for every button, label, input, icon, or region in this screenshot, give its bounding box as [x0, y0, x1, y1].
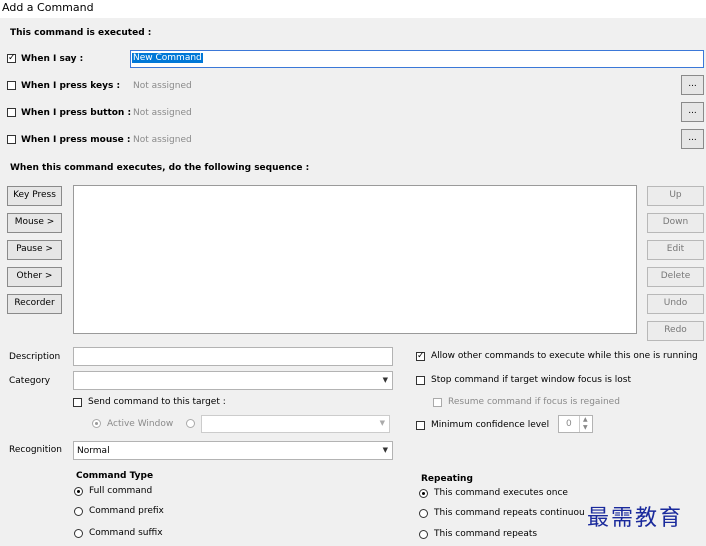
active-window-radio[interactable] [92, 419, 101, 428]
recorder-button[interactable]: Recorder [7, 294, 62, 314]
watermark-logo: 最需教育 [585, 500, 686, 532]
executes-once-label: This command executes once [434, 488, 568, 498]
min-confidence-label: Minimum confidence level [431, 420, 550, 430]
when-i-press-button-label: When I press button : [21, 108, 132, 118]
other-window-radio[interactable] [186, 419, 195, 428]
category-dropdown[interactable]: ▼ [73, 371, 393, 390]
category-label: Category [9, 376, 51, 386]
title-bar [0, 0, 706, 18]
keys-value: Not assigned [133, 81, 192, 91]
description-label: Description [9, 352, 61, 362]
stop-command-label: Stop command if target window focus is l… [431, 375, 632, 385]
mouse-button[interactable]: Mouse > [7, 213, 62, 233]
active-window-label: Active Window [107, 419, 174, 429]
resume-command-checkbox[interactable] [433, 398, 442, 407]
when-i-press-mouse-checkbox[interactable] [7, 135, 16, 144]
repeats-label: This command repeats [434, 529, 538, 539]
description-input[interactable] [73, 347, 393, 366]
when-i-press-keys-checkbox[interactable] [7, 81, 16, 90]
when-i-press-mouse-label: When I press mouse : [21, 135, 131, 145]
repeats-radio[interactable] [419, 530, 428, 539]
allow-other-commands-checkbox[interactable] [416, 350, 425, 362]
recognition-value: Normal [77, 446, 110, 456]
recognition-label: Recognition [9, 445, 62, 455]
sequence-heading: When this command executes, do the follo… [10, 163, 310, 173]
stepper-divider [579, 416, 580, 432]
send-target-label: Send command to this target : [88, 397, 226, 407]
when-i-say-checkbox[interactable] [7, 52, 16, 64]
assign-keys-button[interactable]: ... [681, 75, 704, 95]
key-press-button[interactable]: Key Press [7, 186, 62, 206]
down-button[interactable]: Down [647, 213, 704, 233]
say-phrase-input[interactable]: New Command [130, 50, 704, 68]
command-prefix-label: Command prefix [89, 506, 164, 516]
trigger-heading: This command is executed : [10, 28, 152, 38]
repeats-continuously-label: This command repeats continuou [434, 508, 585, 518]
sequence-list[interactable] [73, 185, 637, 334]
stop-command-checkbox[interactable] [416, 376, 425, 385]
command-suffix-radio[interactable] [74, 529, 83, 538]
window-title: Add a Command [2, 1, 94, 14]
undo-button[interactable]: Undo [647, 294, 704, 314]
delete-button[interactable]: Delete [647, 267, 704, 287]
mouse-value: Not assigned [133, 135, 192, 145]
command-suffix-label: Command suffix [89, 528, 163, 538]
chevron-down-icon[interactable]: ▼ [583, 424, 588, 431]
say-phrase-value: New Command [132, 53, 203, 63]
up-button[interactable]: Up [647, 186, 704, 206]
edit-button[interactable]: Edit [647, 240, 704, 260]
when-i-say-label: When I say : [21, 54, 84, 64]
min-confidence-value: 0 [566, 419, 572, 429]
repeats-continuously-radio[interactable] [419, 509, 428, 518]
chevron-down-icon: ▼ [382, 376, 388, 384]
min-confidence-stepper[interactable]: 0 ▲ ▼ [558, 415, 593, 433]
resume-command-label: Resume command if focus is regained [448, 397, 620, 407]
allow-other-commands-label: Allow other commands to execute while th… [431, 351, 698, 361]
button-value: Not assigned [133, 108, 192, 118]
full-command-radio[interactable] [74, 487, 83, 496]
command-prefix-radio[interactable] [74, 507, 83, 516]
send-target-checkbox[interactable] [73, 398, 82, 407]
command-type-heading: Command Type [76, 471, 154, 481]
pause-button[interactable]: Pause > [7, 240, 62, 260]
repeating-heading: Repeating [421, 474, 473, 484]
assign-button-button[interactable]: ... [681, 102, 704, 122]
assign-mouse-button[interactable]: ... [681, 129, 704, 149]
full-command-label: Full command [89, 486, 153, 496]
chevron-up-icon[interactable]: ▲ [583, 416, 588, 423]
target-window-dropdown[interactable]: ▼ [201, 415, 390, 433]
other-button[interactable]: Other > [7, 267, 62, 287]
executes-once-radio[interactable] [419, 489, 428, 498]
recognition-dropdown[interactable]: Normal ▼ [73, 441, 393, 460]
when-i-press-button-checkbox[interactable] [7, 108, 16, 117]
redo-button[interactable]: Redo [647, 321, 704, 341]
min-confidence-checkbox[interactable] [416, 421, 425, 430]
when-i-press-keys-label: When I press keys : [21, 81, 121, 91]
chevron-down-icon: ▼ [382, 446, 388, 454]
chevron-down-icon: ▼ [379, 419, 385, 427]
